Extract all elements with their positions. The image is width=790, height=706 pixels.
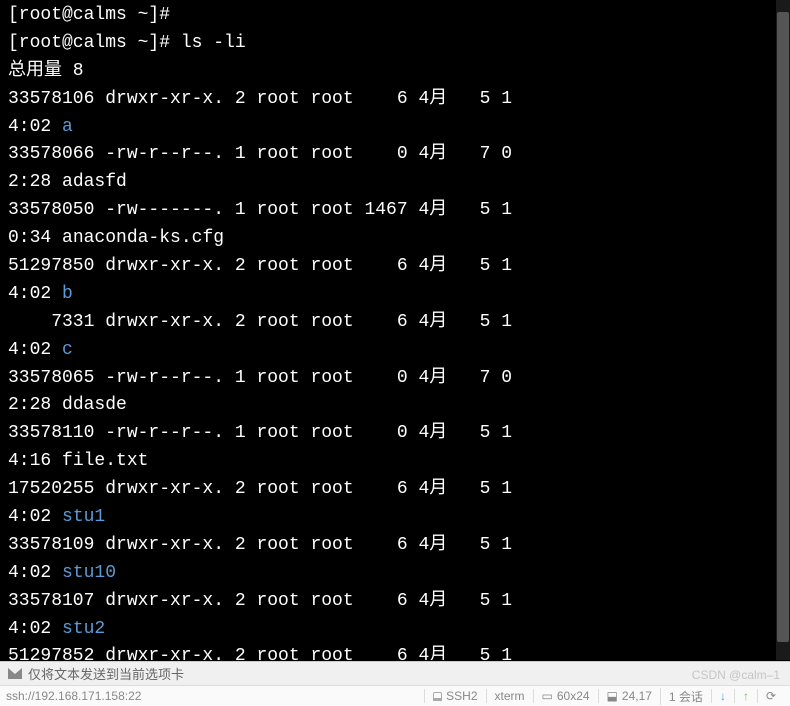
status-text: 仅将文本发送到当前选项卡: [28, 664, 184, 683]
cursor-pos: ⬓ 24,17: [598, 689, 660, 703]
term-size: ▭ 60x24: [533, 689, 598, 703]
ls-row: 51297850 drwxr-xr-x. 2 root root 6 4月 5 …: [8, 253, 782, 281]
file-name: c: [62, 340, 73, 360]
ls-row: 33578050 -rw-------. 1 root root 1467 4月…: [8, 197, 782, 225]
ls-row: 51297852 drwxr-xr-x. 2 root root 6 4月 5 …: [8, 643, 782, 660]
upload-icon[interactable]: ↑: [734, 689, 757, 703]
ls-row: 33578109 drwxr-xr-x. 2 root root 6 4月 5 …: [8, 532, 782, 560]
ls-row: 7331 drwxr-xr-x. 2 root root 6 4月 5 1: [8, 309, 782, 337]
term-type: xterm: [486, 689, 533, 703]
file-name: adasfd: [62, 172, 127, 192]
file-name: anaconda-ks.cfg: [62, 228, 224, 248]
file-name: a: [62, 117, 73, 137]
bottom-bar: ssh://192.168.171.158:22 SSH2 xterm ▭ 60…: [0, 685, 790, 706]
scrollbar-thumb[interactable]: [777, 12, 789, 642]
ls-row-wrap: 4:02 stu1: [8, 504, 782, 532]
more-icon[interactable]: ⟳: [757, 689, 784, 703]
file-name: file.txt: [62, 451, 148, 471]
session-count: 1 会话: [660, 688, 711, 705]
ls-row: 33578066 -rw-r--r--. 1 root root 0 4月 7 …: [8, 141, 782, 169]
file-name: ddasde: [62, 395, 127, 415]
ls-row-wrap: 4:16 file.txt: [8, 448, 782, 476]
file-name: stu10: [62, 563, 116, 583]
prompt-line: [root@calms ~]#: [8, 2, 782, 30]
ls-row: 33578107 drwxr-xr-x. 2 root root 6 4月 5 …: [8, 588, 782, 616]
scrollbar[interactable]: [776, 0, 790, 660]
ls-row: 33578106 drwxr-xr-x. 2 root root 6 4月 5 …: [8, 86, 782, 114]
host-label: ssh://192.168.171.158:22: [6, 689, 149, 703]
file-name: b: [62, 284, 73, 304]
lock-icon: [433, 692, 442, 701]
ls-row-wrap: 0:34 anaconda-ks.cfg: [8, 225, 782, 253]
ls-row-wrap: 2:28 ddasde: [8, 392, 782, 420]
watermark: CSDN @calm–1: [692, 668, 780, 682]
file-name: stu2: [62, 619, 105, 639]
status-bar: 仅将文本发送到当前选项卡: [0, 661, 790, 685]
ls-row-wrap: 4:02 b: [8, 281, 782, 309]
ssh-label: SSH2: [424, 689, 485, 703]
ls-row-wrap: 4:02 c: [8, 337, 782, 365]
mail-icon: [8, 668, 22, 679]
ls-row-wrap: 4:02 stu2: [8, 616, 782, 644]
ls-row: 33578065 -rw-r--r--. 1 root root 0 4月 7 …: [8, 365, 782, 393]
command-line: [root@calms ~]# ls -li: [8, 30, 782, 58]
ls-row: 17520255 drwxr-xr-x. 2 root root 6 4月 5 …: [8, 476, 782, 504]
ls-row-wrap: 4:02 stu10: [8, 560, 782, 588]
ls-row: 33578110 -rw-r--r--. 1 root root 0 4月 5 …: [8, 420, 782, 448]
file-name: stu1: [62, 507, 105, 527]
terminal-output[interactable]: [root@calms ~]# [root@calms ~]# ls -li总用…: [0, 0, 790, 660]
ls-row-wrap: 2:28 adasfd: [8, 169, 782, 197]
ls-row-wrap: 4:02 a: [8, 114, 782, 142]
total-line: 总用量 8: [8, 58, 782, 86]
download-icon[interactable]: ↓: [711, 689, 734, 703]
